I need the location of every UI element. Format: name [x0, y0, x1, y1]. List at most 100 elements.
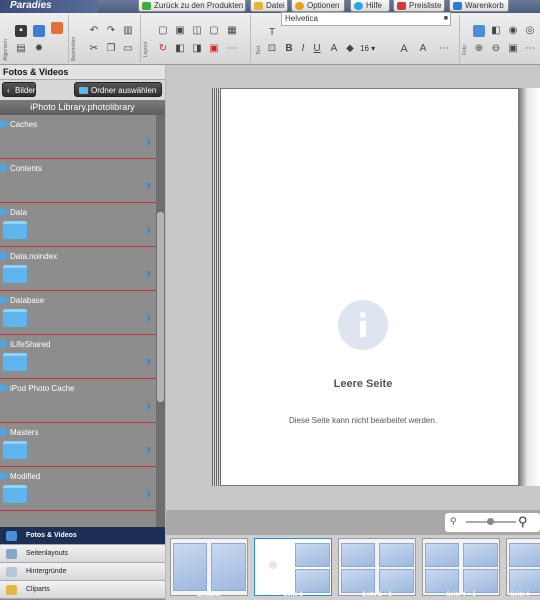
photo-thumbnail [425, 569, 459, 593]
frame-icon[interactable]: ▢ [208, 25, 220, 37]
delete-icon[interactable]: ▥ [122, 25, 134, 37]
paradies-logo: Paradies [0, 0, 98, 13]
photo-effect-icon[interactable]: ◉ [507, 25, 519, 37]
price-list-button[interactable]: Preisliste [393, 0, 445, 12]
tab-label: Seitenlayouts [26, 550, 69, 557]
filmstrip-item-page-2-3[interactable] [338, 538, 416, 596]
folder-icon [0, 253, 7, 259]
main-toolbar: Allgemein ▪ ▤ ✹ Bearbeiten ↶ ↷ ▥ ✂ ❐ ▭ L… [0, 13, 540, 65]
photo-edit-icon[interactable] [473, 25, 485, 37]
underline-icon[interactable]: U [311, 43, 323, 55]
help-menu-label: Hilfe [366, 1, 383, 10]
cart-button[interactable]: Warenkorb [449, 0, 509, 12]
back-to-products-button[interactable]: Zurück zu den Produkten [138, 0, 246, 12]
font-family-select[interactable]: Helvetica ■ [281, 12, 451, 26]
folder-name: iLifeShared [10, 340, 51, 349]
filmstrip-item-page-4-5[interactable] [422, 538, 500, 596]
tab-cliparts[interactable]: Cliparts [0, 581, 165, 599]
settings-gear-icon[interactable]: ✹ [33, 43, 45, 55]
options-menu-button[interactable]: Optionen [291, 0, 345, 12]
redo-icon[interactable]: ↷ [105, 25, 117, 37]
align-icon[interactable]: ◧ [174, 43, 186, 55]
folder-icon [3, 221, 27, 239]
folder-icon [3, 265, 27, 283]
product-icon[interactable] [51, 22, 63, 34]
arrange-icon[interactable]: ▣ [174, 25, 186, 37]
grid-icon[interactable]: ▦ [226, 25, 238, 37]
folder-item[interactable]: Contents › [0, 159, 156, 203]
choose-folder-button[interactable]: Ordner auswählen [74, 82, 162, 97]
folder-name: Data [10, 208, 27, 217]
photo-import-icon[interactable] [33, 25, 45, 37]
photo-fit-icon[interactable]: ▣ [507, 43, 519, 55]
folder-item[interactable]: iLifeShared › [0, 335, 156, 379]
cut-icon[interactable]: ✂ [88, 43, 100, 55]
font-size-select[interactable]: 16 ▾ [360, 42, 386, 56]
more-layout-icon[interactable]: ⋯ [226, 43, 238, 55]
tab-page-layouts[interactable]: Seitenlayouts [0, 545, 165, 563]
sidebar-title: Fotos & Videos [0, 65, 165, 80]
font-decrease-icon[interactable]: A [417, 43, 429, 55]
folder-item[interactable]: Masters › [0, 423, 156, 467]
help-menu-button[interactable]: Hilfe [350, 0, 390, 12]
folder-item[interactable]: Data.noindex › [0, 247, 156, 291]
layer-icon[interactable]: ◫ [191, 25, 203, 37]
bring-front-icon[interactable]: ▢ [157, 25, 169, 37]
text-more-icon[interactable]: ⋯ [438, 43, 450, 55]
zoom-out-icon[interactable]: ⚲ [450, 516, 457, 527]
zoom-slider-handle[interactable] [487, 518, 494, 525]
rotate-icon[interactable]: ↻ [157, 43, 169, 55]
folder-item[interactable]: Database › [0, 291, 156, 335]
chevron-right-icon: › [146, 397, 151, 414]
file-menu-button[interactable]: Datei [250, 0, 288, 12]
copy-icon[interactable]: ❐ [105, 43, 117, 55]
distribute-icon[interactable]: ◨ [191, 43, 203, 55]
italic-icon[interactable]: I [297, 43, 309, 55]
next-page-edge[interactable] [519, 88, 540, 486]
book-page[interactable] [212, 88, 519, 486]
text-frame-icon[interactable]: ⊡ [266, 43, 278, 55]
scrollbar-thumb[interactable] [157, 212, 164, 402]
save-icon[interactable]: ▪ [15, 25, 27, 37]
paste-icon[interactable]: ▭ [122, 43, 134, 55]
photo-crop-icon[interactable]: ◧ [490, 25, 502, 37]
folder-icon [0, 341, 7, 347]
zoom-in-photo-icon[interactable]: ⊕ [473, 43, 485, 55]
folder-icon [3, 353, 27, 371]
folder-name: Caches [10, 120, 38, 129]
photo-thumbnail [295, 543, 330, 567]
zoom-out-photo-icon[interactable]: ⊖ [490, 43, 502, 55]
remove-frame-icon[interactable]: ▣ [208, 43, 220, 55]
folder-icon [3, 441, 27, 459]
back-to-products-label: Zurück zu den Produkten [154, 1, 244, 10]
filmstrip-item-page-6[interactable] [506, 538, 540, 596]
toolbar-divider [250, 15, 251, 63]
filmstrip-item-cover[interactable] [170, 538, 248, 596]
tab-label: Cliparts [26, 586, 50, 593]
help-icon [354, 2, 363, 10]
library-header: iPhoto Library.photolibrary [0, 100, 165, 115]
photo-thumbnail [463, 569, 498, 593]
undo-icon[interactable]: ↶ [88, 25, 100, 37]
back-button[interactable]: ‹ Bilder [2, 82, 36, 97]
folder-item[interactable]: Caches › [0, 115, 156, 159]
text-color-icon[interactable]: A [328, 43, 340, 55]
folder-list: Caches › Contents › Data › Data.noindex › Da… [0, 115, 156, 565]
tab-photos-videos[interactable]: Fotos & Videos [0, 527, 165, 545]
cart-icon [453, 2, 462, 10]
photo-mask-icon[interactable]: ◎ [524, 25, 536, 37]
bold-icon[interactable]: B [283, 43, 295, 55]
clipart-icon [6, 585, 17, 595]
photo-more-icon[interactable]: ⋯ [524, 43, 536, 55]
print-icon[interactable]: ▤ [15, 43, 27, 55]
font-increase-icon[interactable]: A [398, 43, 410, 55]
folder-item[interactable]: iPod Photo Cache › [0, 379, 156, 423]
text-tool-icon[interactable]: T [266, 27, 278, 39]
zoom-in-icon[interactable]: ⚲ [518, 514, 528, 530]
tab-backgrounds[interactable]: Hintergründe [0, 563, 165, 581]
folder-item[interactable]: Modified › [0, 467, 156, 511]
highlight-icon[interactable]: ◆ [344, 43, 356, 55]
folder-item[interactable]: Data › [0, 203, 156, 247]
filmstrip-item-page-1[interactable] [254, 538, 332, 596]
group-label-layout: Layout [143, 41, 149, 57]
